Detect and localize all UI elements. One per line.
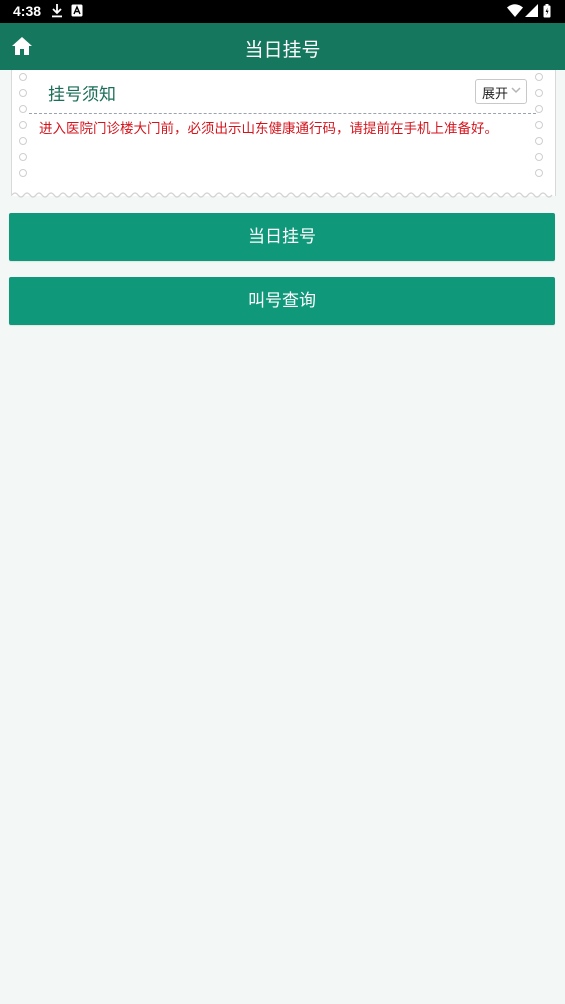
status-bar: 4:38 [0, 0, 565, 23]
notice-divider [29, 113, 536, 114]
app-bar: 当日挂号 [0, 23, 565, 70]
notice-text: 进入医院门诊楼大门前，必须出示山东健康通行码，请提前在手机上准备好。 [39, 121, 498, 137]
expand-dropdown[interactable]: 展开 [475, 79, 527, 104]
same-day-registration-button[interactable]: 当日挂号 [9, 213, 555, 261]
card-wavy-edge [12, 192, 553, 198]
card-binding-dots-left [19, 70, 29, 180]
notice-title: 挂号须知 [48, 85, 116, 105]
signal-icon [525, 4, 538, 17]
card-binding-dots-right [535, 70, 545, 180]
page-title: 当日挂号 [244, 39, 321, 61]
chevron-down-icon [511, 87, 521, 94]
queue-query-button[interactable]: 叫号查询 [9, 277, 555, 325]
notice-card: 挂号须知 展开 进入医院门诊楼大门前，必须出示山东健康通行码，请提前在手机上准备… [11, 70, 556, 198]
wifi-icon [507, 4, 523, 17]
status-time: 4:38 [13, 3, 42, 19]
a-notification-icon [71, 4, 83, 17]
download-icon [52, 4, 62, 18]
battery-icon [543, 4, 551, 18]
expand-label: 展开 [482, 87, 509, 102]
